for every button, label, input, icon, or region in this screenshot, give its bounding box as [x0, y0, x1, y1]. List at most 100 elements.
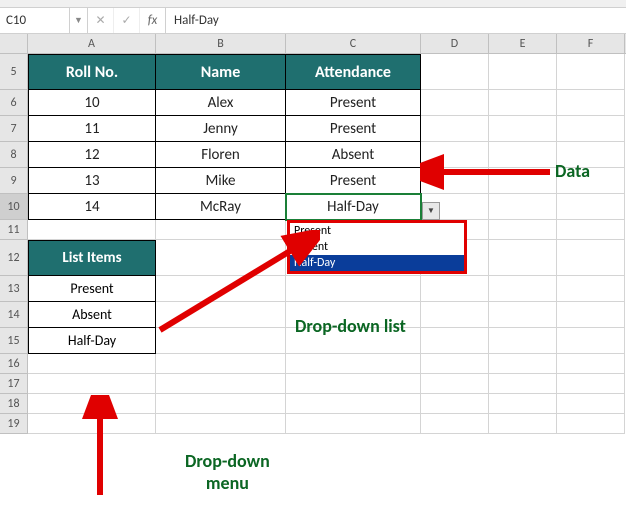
cell-E14[interactable] — [489, 302, 557, 328]
row-header-8[interactable]: 8 — [0, 142, 28, 168]
col-header-B[interactable]: B — [156, 34, 286, 53]
cell-name[interactable]: Alex — [156, 90, 286, 116]
list-item[interactable]: Present — [28, 276, 156, 302]
cell-C18[interactable] — [286, 394, 421, 414]
cell-D19[interactable] — [421, 414, 489, 434]
cell-A19[interactable] — [28, 414, 156, 434]
cell-B13[interactable] — [156, 276, 286, 302]
cell-A16[interactable] — [28, 354, 156, 374]
cell-rollno[interactable]: 12 — [28, 142, 156, 168]
row-header-16[interactable]: 16 — [0, 354, 28, 374]
cell-F16[interactable] — [557, 354, 625, 374]
cell-E18[interactable] — [489, 394, 557, 414]
cell-rollno[interactable]: 10 — [28, 90, 156, 116]
row-header-13[interactable]: 13 — [0, 276, 28, 302]
cell-rollno[interactable]: 11 — [28, 116, 156, 142]
cell-C16[interactable] — [286, 354, 421, 374]
cell-rollno[interactable]: 13 — [28, 168, 156, 194]
row-header-14[interactable]: 14 — [0, 302, 28, 328]
cell-D9[interactable] — [421, 168, 489, 194]
cell-E7[interactable] — [489, 116, 557, 142]
col-header-C[interactable]: C — [286, 34, 421, 53]
row-header-10[interactable]: 10 — [0, 194, 28, 220]
cell-E9[interactable] — [489, 168, 557, 194]
list-item[interactable]: Absent — [28, 302, 156, 328]
cell-E13[interactable] — [489, 276, 557, 302]
dropdown-option-selected[interactable]: Half-Day — [290, 255, 464, 271]
cell-E11[interactable] — [489, 220, 557, 240]
cell-E5[interactable] — [489, 54, 557, 90]
col-header-A[interactable]: A — [28, 34, 156, 53]
cell-C17[interactable] — [286, 374, 421, 394]
cell-E16[interactable] — [489, 354, 557, 374]
cell-D16[interactable] — [421, 354, 489, 374]
name-box[interactable]: C10 — [0, 8, 70, 33]
cell-F18[interactable] — [557, 394, 625, 414]
col-header-D[interactable]: D — [421, 34, 489, 53]
row-header-5[interactable]: 5 — [0, 54, 28, 90]
cell-F19[interactable] — [557, 414, 625, 434]
row-header-19[interactable]: 19 — [0, 414, 28, 434]
cell-D5[interactable] — [421, 54, 489, 90]
row-header-15[interactable]: 15 — [0, 328, 28, 354]
cell-D18[interactable] — [421, 394, 489, 414]
cell-name[interactable]: McRay — [156, 194, 286, 220]
cell-F10[interactable] — [557, 194, 625, 220]
header-attendance[interactable]: Attendance — [286, 54, 421, 90]
cell-B17[interactable] — [156, 374, 286, 394]
row-header-18[interactable]: 18 — [0, 394, 28, 414]
cell-F5[interactable] — [557, 54, 625, 90]
cell-F7[interactable] — [557, 116, 625, 142]
validation-dropdown-icon[interactable]: ▼ — [422, 202, 440, 220]
cell-E19[interactable] — [489, 414, 557, 434]
cell-attendance[interactable]: Present — [286, 168, 421, 194]
cell-E6[interactable] — [489, 90, 557, 116]
cell-attendance[interactable]: Present — [286, 90, 421, 116]
cell-name[interactable]: Jenny — [156, 116, 286, 142]
cell-F17[interactable] — [557, 374, 625, 394]
cell-B16[interactable] — [156, 354, 286, 374]
col-header-F[interactable]: F — [557, 34, 625, 53]
cell-attendance[interactable]: Present — [286, 116, 421, 142]
cell-F13[interactable] — [557, 276, 625, 302]
cell-A11[interactable] — [28, 220, 156, 240]
dropdown-option[interactable]: Absent — [290, 239, 464, 255]
cell-F12[interactable] — [557, 240, 625, 276]
header-name[interactable]: Name — [156, 54, 286, 90]
cell-C13[interactable] — [286, 276, 421, 302]
cell-name[interactable]: Mike — [156, 168, 286, 194]
cell-E17[interactable] — [489, 374, 557, 394]
cell-D14[interactable] — [421, 302, 489, 328]
cell-B12[interactable] — [156, 240, 286, 276]
cell-B15[interactable] — [156, 328, 286, 354]
cell-B11[interactable] — [156, 220, 286, 240]
cell-D17[interactable] — [421, 374, 489, 394]
cell-attendance[interactable]: Absent — [286, 142, 421, 168]
cell-E8[interactable] — [489, 142, 557, 168]
cell-B19[interactable] — [156, 414, 286, 434]
cell-D8[interactable] — [421, 142, 489, 168]
formula-bar-input[interactable]: Half-Day — [166, 13, 626, 28]
row-header-6[interactable]: 6 — [0, 90, 28, 116]
cell-C19[interactable] — [286, 414, 421, 434]
row-header-9[interactable]: 9 — [0, 168, 28, 194]
row-header-11[interactable]: 11 — [0, 220, 28, 240]
header-rollno[interactable]: Roll No. — [28, 54, 156, 90]
cell-B18[interactable] — [156, 394, 286, 414]
fx-icon[interactable]: fx — [140, 8, 166, 33]
cell-A18[interactable] — [28, 394, 156, 414]
cell-attendance-active[interactable]: Half-Day — [286, 194, 421, 220]
cell-D13[interactable] — [421, 276, 489, 302]
col-header-E[interactable]: E — [489, 34, 557, 53]
name-box-dropdown-icon[interactable]: ▼ — [70, 8, 88, 33]
cell-F15[interactable] — [557, 328, 625, 354]
select-all-corner[interactable] — [0, 34, 28, 53]
cell-B14[interactable] — [156, 302, 286, 328]
cell-E12[interactable] — [489, 240, 557, 276]
row-header-12[interactable]: 12 — [0, 240, 28, 276]
cell-D6[interactable] — [421, 90, 489, 116]
cell-F6[interactable] — [557, 90, 625, 116]
dropdown-option[interactable]: Present — [290, 223, 464, 239]
cell-E10[interactable] — [489, 194, 557, 220]
cell-F14[interactable] — [557, 302, 625, 328]
